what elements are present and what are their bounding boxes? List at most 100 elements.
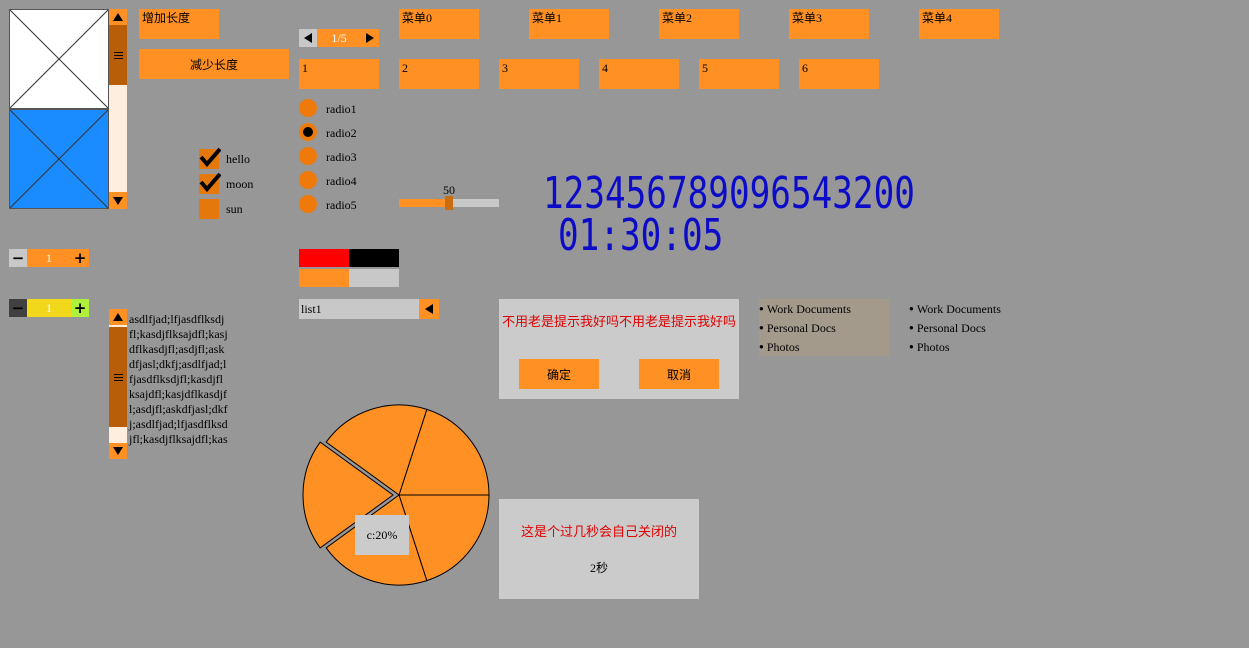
progress-fill	[299, 269, 349, 287]
list-item[interactable]: Work Documents	[759, 302, 851, 317]
arrow-down-icon	[113, 196, 123, 205]
number-stepper-1[interactable]: − 1 +	[9, 249, 89, 267]
vertical-scrollbar[interactable]	[109, 9, 127, 209]
increase-length-button[interactable]: 增加长度	[139, 9, 219, 39]
scroll-thumb[interactable]	[109, 327, 127, 427]
list-item-label: Work Documents	[916, 302, 1001, 316]
list-item[interactable]: Photos	[759, 340, 800, 355]
dialog-ok-button[interactable]: 确定	[519, 359, 599, 389]
scroll-up-button[interactable]	[109, 309, 127, 325]
auto-close-toast: 这是个过几秒会自己关闭的 2秒	[499, 499, 699, 599]
checkbox-item-sun[interactable]: sun	[199, 199, 289, 219]
stepper-plus-button[interactable]: +	[71, 299, 89, 317]
radio-item-5[interactable]: radio5	[299, 195, 369, 213]
radio-button[interactable]	[299, 171, 317, 189]
pager-prev-button[interactable]	[299, 29, 317, 47]
decrease-length-button[interactable]: 减少长度	[139, 49, 289, 79]
checkbox-item-hello[interactable]: hello	[199, 147, 289, 169]
plus-icon: +	[73, 249, 87, 267]
dialog-cancel-button[interactable]: 取消	[639, 359, 719, 389]
text-line: l;asdjfl;askdfjasl;dkf	[129, 402, 228, 416]
stepper-minus-button[interactable]: −	[9, 299, 27, 317]
tab-1[interactable]: 1	[299, 59, 379, 89]
radio-item-4[interactable]: radio4	[299, 171, 369, 189]
confirm-dialog: 不用老是提示我好吗不用老是提示我好吗 确定 取消	[499, 299, 739, 399]
checkbox-label: sun	[226, 202, 243, 216]
text-line: jfl;kasdjflksajdfl;kas	[129, 432, 228, 446]
stepper-minus-button[interactable]: −	[9, 249, 27, 267]
stepper-plus-button[interactable]: +	[71, 249, 89, 267]
dropdown[interactable]: list1	[299, 299, 439, 319]
text-line: asdlfjad;lfjasdflksdj	[129, 312, 225, 326]
dropdown-toggle-button[interactable]	[419, 299, 439, 319]
checkbox-label: hello	[226, 152, 250, 166]
text-scrollbar[interactable]	[109, 309, 127, 459]
radio-selected-dot	[303, 127, 313, 137]
slider[interactable]: 50	[399, 183, 499, 210]
checkbox[interactable]	[199, 199, 219, 219]
list-item-label: Personal Docs	[766, 321, 836, 335]
radio-item-1[interactable]: radio1	[299, 99, 369, 117]
pager: 1/5	[299, 29, 379, 47]
menu-button-2[interactable]: 菜单2	[659, 9, 739, 39]
arrow-left-icon	[425, 304, 433, 314]
text-line: fjasdflksdjfl;kasdjfl	[129, 372, 223, 386]
grip-icon	[113, 373, 123, 381]
grip-icon	[113, 51, 123, 59]
tree-list-1: Work Documents Personal Docs Photos	[759, 299, 889, 356]
image-placeholder-icon	[10, 110, 108, 208]
list-item[interactable]: Work Documents	[909, 302, 1001, 317]
color-bar-red	[299, 249, 349, 267]
scroll-up-button[interactable]	[109, 9, 127, 25]
menu-button-0[interactable]: 菜单0	[399, 9, 479, 39]
scroll-thumb[interactable]	[109, 25, 127, 85]
radio-button[interactable]	[299, 99, 317, 117]
menu-button-3[interactable]: 菜单3	[789, 9, 869, 39]
radio-button[interactable]	[299, 147, 317, 165]
radio-button[interactable]	[299, 195, 317, 213]
number-stepper-2[interactable]: − 1 +	[9, 299, 89, 317]
pager-value: 1/5	[317, 29, 361, 47]
list-item[interactable]: Photos	[909, 340, 950, 355]
tree-list-2: Work Documents Personal Docs Photos	[909, 299, 1039, 356]
radio-group: radio1 radio2 radio3 radio4 radio5	[299, 99, 369, 217]
checkbox[interactable]	[199, 172, 221, 194]
tab-3[interactable]: 3	[499, 59, 579, 89]
tab-6[interactable]: 6	[799, 59, 879, 89]
list-item[interactable]: Personal Docs	[909, 321, 986, 336]
pager-next-button[interactable]	[361, 29, 379, 47]
list-item[interactable]: Personal Docs	[759, 321, 836, 336]
checkmark-icon	[199, 172, 221, 192]
arrow-up-icon	[113, 13, 123, 21]
tab-2[interactable]: 2	[399, 59, 479, 89]
checkbox-item-moon[interactable]: moon	[199, 172, 289, 194]
list-item-label: Photos	[766, 340, 800, 354]
checkbox-label: moon	[226, 177, 254, 191]
menu-button-4[interactable]: 菜单4	[919, 9, 999, 39]
stepper-value[interactable]: 1	[27, 299, 71, 317]
progress-bar	[299, 269, 399, 287]
pie-tooltip: c:20%	[355, 515, 409, 555]
menu-button-1[interactable]: 菜单1	[529, 9, 609, 39]
scroll-down-button[interactable]	[109, 443, 127, 459]
list-item-label: Photos	[916, 340, 950, 354]
radio-item-3[interactable]: radio3	[299, 147, 369, 165]
scroll-down-button[interactable]	[109, 192, 127, 209]
dialog-message: 不用老是提示我好吗不用老是提示我好吗	[501, 314, 736, 329]
radio-button[interactable]	[299, 123, 317, 141]
stepper-value[interactable]: 1	[27, 249, 71, 267]
slider-thumb[interactable]	[445, 196, 453, 210]
checkbox[interactable]	[199, 147, 221, 169]
radio-item-2[interactable]: radio2	[299, 123, 369, 141]
list-item-label: Work Documents	[766, 302, 851, 316]
plus-icon: +	[73, 299, 87, 317]
slider-fill	[399, 199, 449, 207]
tab-4[interactable]: 4	[599, 59, 679, 89]
arrow-down-icon	[113, 447, 123, 455]
image-placeholder-top	[9, 9, 109, 109]
text-area[interactable]: asdlfjad;lfjasdflksdj fl;kasdjflksajdfl;…	[129, 312, 234, 452]
dropdown-value[interactable]: list1	[299, 299, 419, 319]
tab-5[interactable]: 5	[699, 59, 779, 89]
pie-chart	[302, 404, 490, 586]
text-line: dflkasdjfl;asdjfl;ask	[129, 342, 225, 356]
